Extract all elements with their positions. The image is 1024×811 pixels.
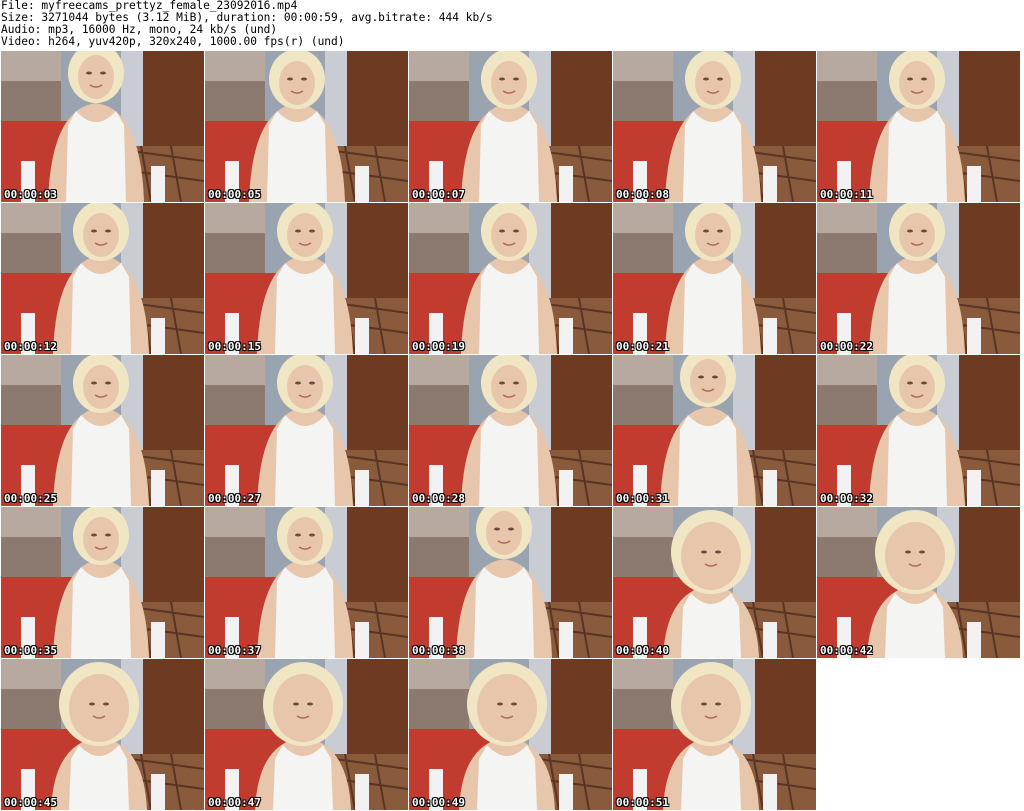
- thumbnail-frame-image: [205, 355, 408, 506]
- thumbnail-frame-image: [409, 355, 612, 506]
- thumbnail-frame-image: [205, 507, 408, 658]
- thumbnail-frame-image: [613, 203, 816, 354]
- thumbnail-timestamp: 00:00:08: [616, 188, 669, 201]
- thumbnail-frame-image: [205, 659, 408, 810]
- thumbnail-timestamp: 00:00:15: [208, 340, 261, 353]
- video-thumbnail: 00:00:22: [817, 203, 1020, 354]
- thumbnail-timestamp: 00:00:27: [208, 492, 261, 505]
- video-thumbnail: 00:00:40: [613, 507, 816, 658]
- thumbnail-frame-image: [409, 507, 612, 658]
- video-thumbnail: 00:00:05: [205, 51, 408, 202]
- video-thumbnail: 00:00:21: [613, 203, 816, 354]
- thumbnail-timestamp: 00:00:38: [412, 644, 465, 657]
- thumbnail-frame-image: [409, 51, 612, 202]
- video-info-line: Video: h264, yuv420p, 320x240, 1000.00 f…: [1, 35, 345, 48]
- video-thumbnail: 00:00:07: [409, 51, 612, 202]
- thumbnail-grid: 00:00:03 00:00:05 00:00:07 00:00:08 00:0…: [1, 51, 1023, 811]
- file-info-header: File: myfreecams_prettyz_female_23092016…: [0, 0, 1024, 50]
- thumbnail-frame-image: [817, 355, 1020, 506]
- thumbnail-timestamp: 00:00:03: [4, 188, 57, 201]
- video-thumbnail: 00:00:35: [1, 507, 204, 658]
- thumbnail-frame-image: [817, 51, 1020, 202]
- thumbnail-frame-image: [205, 51, 408, 202]
- thumbnail-frame-image: [1, 51, 204, 202]
- video-thumbnail: 00:00:37: [205, 507, 408, 658]
- thumbnail-timestamp: 00:00:37: [208, 644, 261, 657]
- video-thumbnail: 00:00:19: [409, 203, 612, 354]
- thumbnail-timestamp: 00:00:05: [208, 188, 261, 201]
- video-thumbnail: 00:00:51: [613, 659, 816, 810]
- thumbnail-timestamp: 00:00:21: [616, 340, 669, 353]
- thumbnail-frame-image: [613, 355, 816, 506]
- thumbnail-timestamp: 00:00:22: [820, 340, 873, 353]
- video-thumbnail: 00:00:12: [1, 203, 204, 354]
- video-thumbnail: 00:00:42: [817, 507, 1020, 658]
- thumbnail-timestamp: 00:00:49: [412, 796, 465, 809]
- video-thumbnail: 00:00:49: [409, 659, 612, 810]
- thumbnail-frame-image: [613, 659, 816, 810]
- thumbnail-frame-image: [409, 659, 612, 810]
- thumbnail-frame-image: [205, 203, 408, 354]
- video-thumbnail: 00:00:11: [817, 51, 1020, 202]
- thumbnail-timestamp: 00:00:51: [616, 796, 669, 809]
- thumbnail-timestamp: 00:00:35: [4, 644, 57, 657]
- thumbnail-frame-image: [817, 507, 1020, 658]
- thumbnail-frame-image: [409, 203, 612, 354]
- video-thumbnail: 00:00:15: [205, 203, 408, 354]
- thumbnail-timestamp: 00:00:31: [616, 492, 669, 505]
- video-thumbnail: 00:00:28: [409, 355, 612, 506]
- thumbnail-timestamp: 00:00:28: [412, 492, 465, 505]
- video-thumbnail: 00:00:38: [409, 507, 612, 658]
- thumbnail-timestamp: 00:00:42: [820, 644, 873, 657]
- thumbnail-timestamp: 00:00:45: [4, 796, 57, 809]
- video-thumbnail: 00:00:08: [613, 51, 816, 202]
- thumbnail-timestamp: 00:00:12: [4, 340, 57, 353]
- thumbnail-timestamp: 00:00:25: [4, 492, 57, 505]
- video-thumbnail: 00:00:31: [613, 355, 816, 506]
- thumbnail-timestamp: 00:00:19: [412, 340, 465, 353]
- video-thumbnail: 00:00:32: [817, 355, 1020, 506]
- video-thumbnail: 00:00:03: [1, 51, 204, 202]
- video-thumbnail: 00:00:47: [205, 659, 408, 810]
- thumbnail-timestamp: 00:00:07: [412, 188, 465, 201]
- thumbnail-timestamp: 00:00:11: [820, 188, 873, 201]
- video-thumbnail: 00:00:25: [1, 355, 204, 506]
- thumbnail-timestamp: 00:00:32: [820, 492, 873, 505]
- thumbnail-frame-image: [1, 355, 204, 506]
- video-thumbnail: 00:00:45: [1, 659, 204, 810]
- thumbnail-timestamp: 00:00:40: [616, 644, 669, 657]
- thumbnail-timestamp: 00:00:47: [208, 796, 261, 809]
- video-thumbnail: 00:00:27: [205, 355, 408, 506]
- thumbnail-frame-image: [1, 203, 204, 354]
- thumbnail-frame-image: [817, 203, 1020, 354]
- thumbnail-frame-image: [1, 507, 204, 658]
- thumbnail-frame-image: [613, 507, 816, 658]
- thumbnail-frame-image: [613, 51, 816, 202]
- thumbnail-frame-image: [1, 659, 204, 810]
